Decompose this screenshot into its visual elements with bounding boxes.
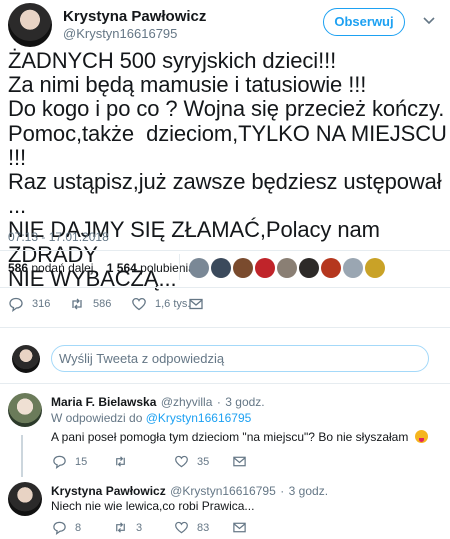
divider — [0, 250, 450, 251]
like-count: 35 — [197, 455, 210, 468]
tweet-timestamp[interactable]: 07:13 - 17.01.2018 — [8, 230, 109, 244]
thread-line — [21, 435, 23, 477]
liker-avatar[interactable] — [255, 258, 275, 278]
reply-author-avatar[interactable] — [8, 393, 42, 427]
reply-author-name[interactable]: Krystyna Pawłowicz — [51, 484, 166, 498]
reply-to-line: W odpowiedzi do @Krystyn16616795 — [51, 411, 251, 425]
retweet-action[interactable]: 586 — [69, 296, 111, 312]
reply-author-name[interactable]: Maria F. Bielawska — [51, 395, 156, 409]
author-name[interactable]: Krystyna Pawłowicz — [63, 8, 206, 25]
liker-avatar[interactable] — [321, 258, 341, 278]
reply-time[interactable]: 3 godz. — [289, 484, 328, 498]
liker-avatar[interactable] — [299, 258, 319, 278]
likes-count[interactable]: 1 564 — [107, 261, 137, 275]
reply-count: 316 — [32, 298, 51, 310]
divider — [0, 287, 450, 288]
reply-action[interactable]: 316 — [8, 296, 50, 312]
reply-header: Krystyna Pawłowicz @Krystyn16616795 · 3 … — [51, 484, 329, 498]
liker-avatar[interactable] — [233, 258, 253, 278]
reply-to-prefix: W odpowiedzi do — [51, 411, 143, 425]
retweet-count: 3 — [136, 521, 143, 534]
tweet-stats: 586 podań dalej 1 564 polubienia — [8, 261, 195, 275]
liker-avatar[interactable] — [365, 258, 385, 278]
message-action[interactable] — [232, 454, 255, 469]
reply-time[interactable]: 3 godz. — [225, 395, 264, 409]
retweets-count[interactable]: 586 — [8, 261, 28, 275]
retweet-action[interactable]: 3 — [113, 520, 142, 535]
liker-avatar[interactable] — [277, 258, 297, 278]
retweet-icon — [72, 298, 82, 310]
heart-icon — [175, 455, 188, 468]
reply-icon — [53, 455, 66, 469]
envelope-icon — [189, 298, 203, 310]
heart-icon — [175, 521, 188, 534]
reply-count: 15 — [75, 455, 88, 468]
reply-icon — [9, 297, 23, 312]
reply-header: Maria F. Bielawska @zhyvilla · 3 godz. — [51, 395, 265, 409]
chevron-down-icon[interactable] — [421, 12, 437, 28]
reply-author-avatar[interactable] — [8, 482, 42, 516]
reply-author-handle[interactable]: @zhyvilla — [161, 395, 213, 409]
like-action[interactable]: 83 — [174, 520, 209, 535]
like-count: 1,6 tys. — [155, 298, 191, 310]
message-action[interactable] — [232, 520, 255, 535]
reply-action[interactable]: 15 — [52, 454, 87, 469]
stats-separator — [179, 254, 180, 280]
reply-to-handle[interactable]: @Krystyn16616795 — [146, 411, 252, 425]
envelope-icon — [233, 522, 246, 533]
current-user-avatar — [12, 345, 40, 373]
follow-button[interactable]: Obserwuj — [323, 8, 405, 36]
reply-placeholder: Wyślij Tweeta z odpowiedzią — [59, 351, 225, 366]
like-count: 83 — [197, 521, 210, 534]
envelope-icon — [233, 456, 246, 467]
reply-action[interactable]: 8 — [52, 520, 81, 535]
reply-icon — [53, 521, 66, 535]
like-action[interactable]: 35 — [174, 454, 209, 469]
author-handle[interactable]: @Krystyn16616795 — [63, 26, 177, 41]
retweets-label[interactable]: podań dalej — [31, 261, 93, 275]
message-action[interactable] — [188, 296, 212, 312]
retweet-icon — [116, 456, 125, 467]
retweet-icon — [116, 522, 125, 533]
heart-icon — [132, 297, 146, 311]
liker-avatar[interactable] — [211, 258, 231, 278]
liker-avatar[interactable] — [343, 258, 363, 278]
reply-count: 8 — [75, 521, 82, 534]
retweet-count: 586 — [93, 298, 112, 310]
likes-label[interactable]: polubienia — [140, 261, 195, 275]
reply-text: Niech nie wie lewica,co robi Prawica... — [51, 499, 255, 513]
reply-author-handle[interactable]: @Krystyn16616795 — [170, 484, 276, 498]
retweet-action[interactable] — [113, 454, 136, 469]
divider — [0, 383, 450, 384]
emoji-icon — [414, 430, 428, 443]
divider — [0, 327, 450, 328]
author-avatar[interactable] — [8, 3, 52, 47]
liker-avatar[interactable] — [189, 258, 209, 278]
reply-text: A pani poseł pomogła tym dzieciom "na mi… — [51, 430, 428, 444]
like-action[interactable]: 1,6 tys. — [131, 296, 190, 312]
tweet-text: ŻADNYCH 500 syryjskich dzieci!!! Za nimi… — [8, 48, 447, 291]
